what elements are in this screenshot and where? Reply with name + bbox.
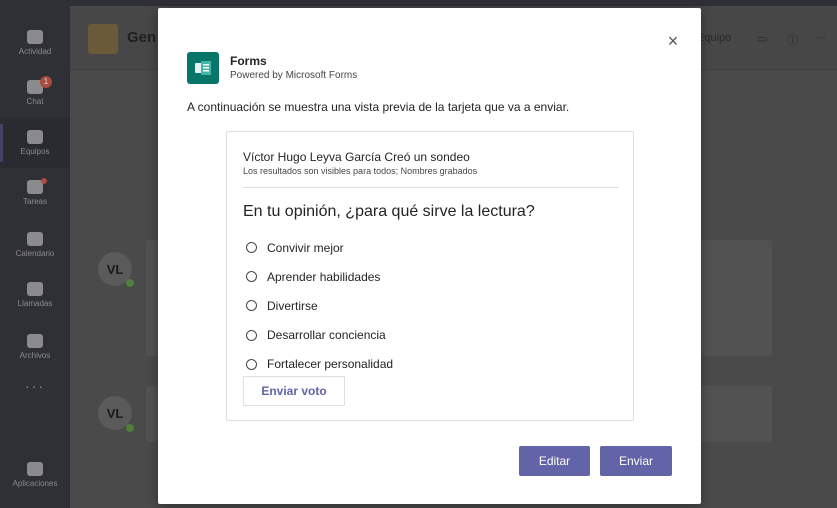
presence-indicator xyxy=(126,424,134,432)
calendar-icon xyxy=(27,232,43,246)
poll-options: Convivir mejor Aprender habilidades Dive… xyxy=(246,233,393,379)
poll-card: Víctor Hugo Leyva García Creó un sondeo … xyxy=(226,131,634,421)
unread-badge: 1 xyxy=(40,76,52,88)
rail-item-label: Aplicaciones xyxy=(12,479,58,488)
option-label: Divertirse xyxy=(267,298,318,313)
rail-item-label: Chat xyxy=(26,97,44,106)
option-label: Convivir mejor xyxy=(267,240,344,255)
app-name: Forms xyxy=(230,54,267,68)
radio-button[interactable] xyxy=(246,242,257,254)
radio-button[interactable] xyxy=(246,358,257,370)
poll-option[interactable]: Aprender habilidades xyxy=(246,262,393,291)
rail-item-label: Tareas xyxy=(22,197,47,206)
apps-icon xyxy=(27,462,43,476)
teams-icon xyxy=(27,130,43,144)
info-icon[interactable]: ⓘ xyxy=(787,32,798,48)
option-label: Desarrollar conciencia xyxy=(267,328,386,343)
visibility-line: Los resultados son visibles para todos; … xyxy=(243,166,478,176)
rail-item-label: Llamadas xyxy=(17,299,53,308)
rail-item-label: Actividad xyxy=(18,47,52,56)
team-name: Gen xyxy=(127,29,157,46)
preview-notice: A continuación se muestra una vista prev… xyxy=(187,100,570,114)
poll-option[interactable]: Divertirse xyxy=(246,291,393,320)
rail-item-calls[interactable]: Llamadas xyxy=(0,270,70,320)
send-button[interactable]: Enviar xyxy=(600,446,672,476)
edit-button[interactable]: Editar xyxy=(519,446,590,476)
forms-logo-icon xyxy=(195,61,211,75)
rail-item-chat[interactable]: Chat 1 xyxy=(0,68,70,118)
file-icon xyxy=(27,334,43,348)
rail-item-label: Archivos xyxy=(19,351,51,360)
forms-app-icon xyxy=(187,52,219,84)
radio-button[interactable] xyxy=(246,329,257,341)
app-subtitle: Powered by Microsoft Forms xyxy=(230,70,358,81)
poll-question: En tu opinión, ¿para qué sirve la lectur… xyxy=(243,203,535,220)
submit-vote-button[interactable]: Enviar voto xyxy=(243,376,345,406)
close-icon[interactable]: × xyxy=(664,32,682,50)
rail-item-activity[interactable]: Actividad xyxy=(0,18,70,68)
notification-dot xyxy=(41,178,47,184)
card-preview-dialog: × Forms Powered by Microsoft Forms A con… xyxy=(158,8,701,504)
rail-item-teams[interactable]: Equipos xyxy=(0,118,70,168)
meet-icon[interactable]: ▭ xyxy=(757,32,767,45)
header-actions: Equipo ▭ ⓘ ··· xyxy=(697,6,837,70)
poll-option[interactable]: Convivir mejor xyxy=(246,233,393,262)
option-label: Fortalecer personalidad xyxy=(267,357,394,372)
more-apps-icon[interactable]: ··· xyxy=(0,378,70,394)
team-logo xyxy=(88,24,118,54)
divider xyxy=(243,187,619,188)
poll-option[interactable]: Desarrollar conciencia xyxy=(246,321,393,350)
presence-indicator xyxy=(126,279,134,287)
radio-button[interactable] xyxy=(246,300,257,312)
app-rail: Actividad Chat 1 Equipos Tareas Calendar… xyxy=(0,0,70,508)
phone-icon xyxy=(27,282,43,296)
rail-item-label: Calendario xyxy=(15,249,55,258)
radio-button[interactable] xyxy=(246,271,257,283)
rail-item-calendar[interactable]: Calendario xyxy=(0,220,70,270)
more-options-icon[interactable]: ··· xyxy=(815,32,826,44)
poll-option[interactable]: Fortalecer personalidad xyxy=(246,350,393,379)
rail-item-apps[interactable]: Aplicaciones xyxy=(0,450,70,500)
rail-item-tasks[interactable]: Tareas xyxy=(0,168,70,218)
rail-item-label: Equipos xyxy=(20,147,50,156)
creator-line: Víctor Hugo Leyva García Creó un sondeo xyxy=(243,150,470,164)
team-link[interactable]: Equipo xyxy=(697,32,731,44)
rail-item-files[interactable]: Archivos xyxy=(0,322,70,372)
bell-icon xyxy=(27,30,43,44)
option-label: Aprender habilidades xyxy=(267,269,381,284)
